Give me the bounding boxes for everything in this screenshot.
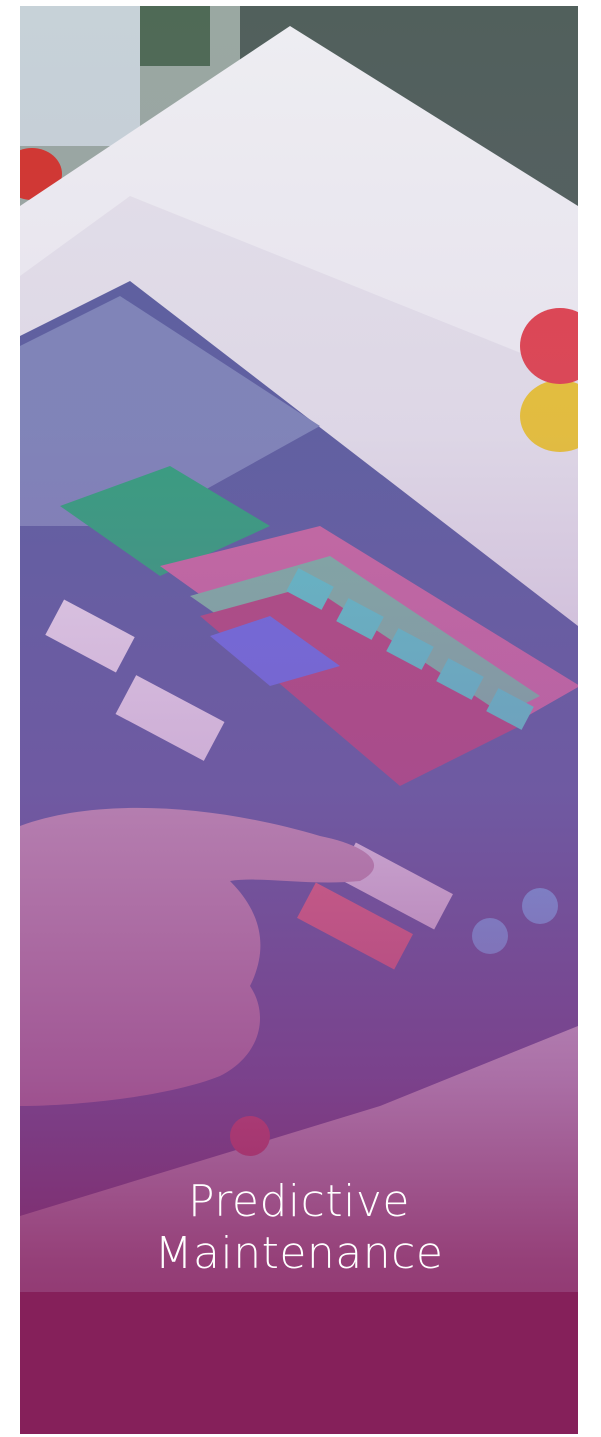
bottom-color-band <box>20 1292 578 1434</box>
card-title: Predictive Maintenance <box>20 1176 578 1280</box>
predictive-maintenance-card[interactable]: Predictive Maintenance <box>20 6 578 1434</box>
card-title-line-2: Maintenance <box>154 1228 444 1279</box>
card-title-line-1: Predictive <box>188 1176 410 1227</box>
